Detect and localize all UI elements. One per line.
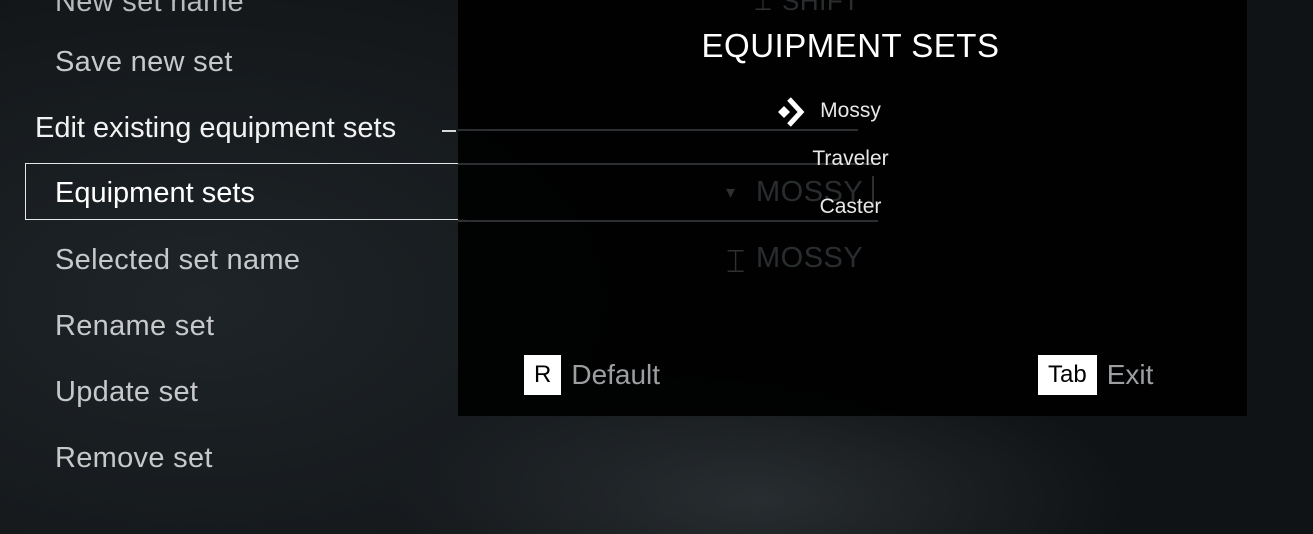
background-row-border-bottom	[458, 220, 878, 222]
menu-item-save-new-set[interactable]: Save new set	[55, 46, 233, 79]
menu-item-new-set-name[interactable]: New set name	[55, 0, 244, 19]
background-value-shift: SHIFT	[782, 0, 860, 16]
tab-key-cap: Tab	[1038, 355, 1097, 395]
r-key-cap: R	[524, 355, 562, 395]
menu-item-remove-set[interactable]: Remove set	[55, 442, 213, 475]
equipment-sets-popup: ⌶ SHIFT ▾ MOSSY ⌶ MOSSY EQUIPMENT SETS M…	[458, 0, 1247, 416]
set-option-traveler[interactable]: Traveler	[458, 147, 1243, 171]
section-header-edit-sets: Edit existing equipment sets	[35, 112, 397, 144]
menu-item-selected-set-name[interactable]: Selected set name	[55, 244, 300, 277]
set-option-caster[interactable]: Caster	[458, 195, 1243, 219]
default-hint[interactable]: R Default	[524, 355, 660, 395]
menu-item-equipment-sets[interactable]: Equipment sets	[55, 177, 255, 210]
section-divider	[442, 130, 456, 132]
exit-label: Exit	[1106, 359, 1154, 390]
popup-title: EQUIPMENT SETS	[701, 27, 1000, 64]
background-divider	[458, 129, 858, 131]
game-screen: New set name Save new set Edit existing …	[0, 0, 1313, 534]
menu-item-update-set[interactable]: Update set	[55, 376, 198, 409]
default-label: Default	[571, 359, 661, 390]
set-option-mossy[interactable]: Mossy	[458, 99, 1243, 123]
text-cursor-icon: ⌶	[754, 0, 772, 17]
text-cursor-icon: ⌶	[726, 243, 746, 279]
background-value-selected-set-name: MOSSY	[756, 242, 864, 274]
exit-hint[interactable]: Tab Exit	[1038, 355, 1153, 395]
menu-item-rename-set[interactable]: Rename set	[55, 310, 214, 343]
